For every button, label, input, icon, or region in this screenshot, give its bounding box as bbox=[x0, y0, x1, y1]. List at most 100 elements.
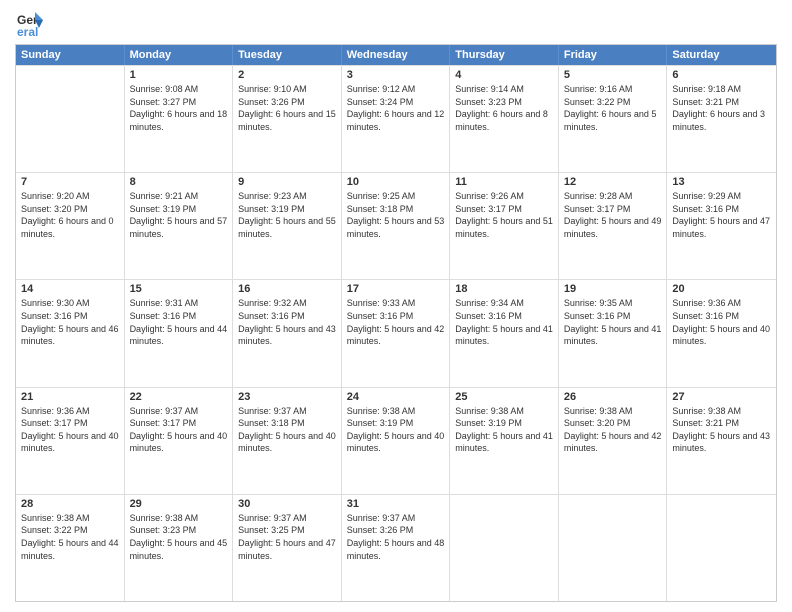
calendar-cell: 31 Sunrise: 9:37 AM Sunset: 3:26 PM Dayl… bbox=[342, 495, 451, 601]
calendar-cell: 3 Sunrise: 9:12 AM Sunset: 3:24 PM Dayli… bbox=[342, 66, 451, 172]
calendar-cell: 28 Sunrise: 9:38 AM Sunset: 3:22 PM Dayl… bbox=[16, 495, 125, 601]
day-number: 7 bbox=[21, 176, 119, 188]
day-info: Sunrise: 9:26 AM Sunset: 3:17 PM Dayligh… bbox=[455, 190, 553, 240]
day-info: Sunrise: 9:37 AM Sunset: 3:18 PM Dayligh… bbox=[238, 405, 336, 455]
header: Gen eral bbox=[15, 10, 777, 38]
day-number: 11 bbox=[455, 176, 553, 188]
day-number: 15 bbox=[130, 283, 228, 295]
day-number: 1 bbox=[130, 69, 228, 81]
calendar-body: 1 Sunrise: 9:08 AM Sunset: 3:27 PM Dayli… bbox=[16, 65, 776, 601]
weekday-header: Sunday bbox=[16, 45, 125, 65]
day-number: 16 bbox=[238, 283, 336, 295]
day-info: Sunrise: 9:31 AM Sunset: 3:16 PM Dayligh… bbox=[130, 297, 228, 347]
calendar-cell: 16 Sunrise: 9:32 AM Sunset: 3:16 PM Dayl… bbox=[233, 280, 342, 386]
calendar-cell bbox=[559, 495, 668, 601]
calendar-cell: 14 Sunrise: 9:30 AM Sunset: 3:16 PM Dayl… bbox=[16, 280, 125, 386]
day-number: 17 bbox=[347, 283, 445, 295]
calendar-cell: 18 Sunrise: 9:34 AM Sunset: 3:16 PM Dayl… bbox=[450, 280, 559, 386]
day-info: Sunrise: 9:23 AM Sunset: 3:19 PM Dayligh… bbox=[238, 190, 336, 240]
day-number: 10 bbox=[347, 176, 445, 188]
calendar-cell: 5 Sunrise: 9:16 AM Sunset: 3:22 PM Dayli… bbox=[559, 66, 668, 172]
day-number: 26 bbox=[564, 391, 662, 403]
calendar-cell: 17 Sunrise: 9:33 AM Sunset: 3:16 PM Dayl… bbox=[342, 280, 451, 386]
calendar-cell bbox=[667, 495, 776, 601]
day-number: 12 bbox=[564, 176, 662, 188]
calendar-cell: 20 Sunrise: 9:36 AM Sunset: 3:16 PM Dayl… bbox=[667, 280, 776, 386]
day-info: Sunrise: 9:34 AM Sunset: 3:16 PM Dayligh… bbox=[455, 297, 553, 347]
day-info: Sunrise: 9:32 AM Sunset: 3:16 PM Dayligh… bbox=[238, 297, 336, 347]
svg-text:eral: eral bbox=[17, 25, 38, 38]
day-info: Sunrise: 9:36 AM Sunset: 3:16 PM Dayligh… bbox=[672, 297, 771, 347]
day-info: Sunrise: 9:38 AM Sunset: 3:22 PM Dayligh… bbox=[21, 512, 119, 562]
day-info: Sunrise: 9:20 AM Sunset: 3:20 PM Dayligh… bbox=[21, 190, 119, 240]
calendar-cell: 1 Sunrise: 9:08 AM Sunset: 3:27 PM Dayli… bbox=[125, 66, 234, 172]
calendar-header: SundayMondayTuesdayWednesdayThursdayFrid… bbox=[16, 45, 776, 65]
day-info: Sunrise: 9:37 AM Sunset: 3:25 PM Dayligh… bbox=[238, 512, 336, 562]
day-info: Sunrise: 9:16 AM Sunset: 3:22 PM Dayligh… bbox=[564, 83, 662, 133]
calendar-cell: 2 Sunrise: 9:10 AM Sunset: 3:26 PM Dayli… bbox=[233, 66, 342, 172]
day-info: Sunrise: 9:18 AM Sunset: 3:21 PM Dayligh… bbox=[672, 83, 771, 133]
day-number: 30 bbox=[238, 498, 336, 510]
day-info: Sunrise: 9:35 AM Sunset: 3:16 PM Dayligh… bbox=[564, 297, 662, 347]
day-number: 19 bbox=[564, 283, 662, 295]
day-info: Sunrise: 9:21 AM Sunset: 3:19 PM Dayligh… bbox=[130, 190, 228, 240]
calendar-cell: 12 Sunrise: 9:28 AM Sunset: 3:17 PM Dayl… bbox=[559, 173, 668, 279]
calendar-cell: 13 Sunrise: 9:29 AM Sunset: 3:16 PM Dayl… bbox=[667, 173, 776, 279]
day-info: Sunrise: 9:36 AM Sunset: 3:17 PM Dayligh… bbox=[21, 405, 119, 455]
day-number: 24 bbox=[347, 391, 445, 403]
calendar-cell: 30 Sunrise: 9:37 AM Sunset: 3:25 PM Dayl… bbox=[233, 495, 342, 601]
logo-icon: Gen eral bbox=[15, 10, 43, 38]
day-info: Sunrise: 9:33 AM Sunset: 3:16 PM Dayligh… bbox=[347, 297, 445, 347]
calendar-cell: 15 Sunrise: 9:31 AM Sunset: 3:16 PM Dayl… bbox=[125, 280, 234, 386]
day-number: 2 bbox=[238, 69, 336, 81]
day-number: 14 bbox=[21, 283, 119, 295]
day-number: 6 bbox=[672, 69, 771, 81]
day-number: 9 bbox=[238, 176, 336, 188]
calendar-cell: 21 Sunrise: 9:36 AM Sunset: 3:17 PM Dayl… bbox=[16, 388, 125, 494]
weekday-header: Wednesday bbox=[342, 45, 451, 65]
day-number: 3 bbox=[347, 69, 445, 81]
calendar-cell: 9 Sunrise: 9:23 AM Sunset: 3:19 PM Dayli… bbox=[233, 173, 342, 279]
calendar-cell: 26 Sunrise: 9:38 AM Sunset: 3:20 PM Dayl… bbox=[559, 388, 668, 494]
calendar-cell bbox=[450, 495, 559, 601]
day-number: 18 bbox=[455, 283, 553, 295]
day-number: 23 bbox=[238, 391, 336, 403]
weekday-header: Monday bbox=[125, 45, 234, 65]
calendar-cell: 25 Sunrise: 9:38 AM Sunset: 3:19 PM Dayl… bbox=[450, 388, 559, 494]
day-info: Sunrise: 9:29 AM Sunset: 3:16 PM Dayligh… bbox=[672, 190, 771, 240]
day-info: Sunrise: 9:14 AM Sunset: 3:23 PM Dayligh… bbox=[455, 83, 553, 133]
day-info: Sunrise: 9:12 AM Sunset: 3:24 PM Dayligh… bbox=[347, 83, 445, 133]
day-number: 28 bbox=[21, 498, 119, 510]
day-info: Sunrise: 9:25 AM Sunset: 3:18 PM Dayligh… bbox=[347, 190, 445, 240]
day-info: Sunrise: 9:37 AM Sunset: 3:26 PM Dayligh… bbox=[347, 512, 445, 562]
weekday-header: Tuesday bbox=[233, 45, 342, 65]
calendar-cell: 11 Sunrise: 9:26 AM Sunset: 3:17 PM Dayl… bbox=[450, 173, 559, 279]
calendar-row: 7 Sunrise: 9:20 AM Sunset: 3:20 PM Dayli… bbox=[16, 172, 776, 279]
calendar-row: 14 Sunrise: 9:30 AM Sunset: 3:16 PM Dayl… bbox=[16, 279, 776, 386]
calendar-cell: 29 Sunrise: 9:38 AM Sunset: 3:23 PM Dayl… bbox=[125, 495, 234, 601]
calendar-cell: 8 Sunrise: 9:21 AM Sunset: 3:19 PM Dayli… bbox=[125, 173, 234, 279]
day-info: Sunrise: 9:08 AM Sunset: 3:27 PM Dayligh… bbox=[130, 83, 228, 133]
day-info: Sunrise: 9:38 AM Sunset: 3:19 PM Dayligh… bbox=[455, 405, 553, 455]
day-info: Sunrise: 9:38 AM Sunset: 3:21 PM Dayligh… bbox=[672, 405, 771, 455]
day-number: 20 bbox=[672, 283, 771, 295]
day-info: Sunrise: 9:37 AM Sunset: 3:17 PM Dayligh… bbox=[130, 405, 228, 455]
calendar-row: 1 Sunrise: 9:08 AM Sunset: 3:27 PM Dayli… bbox=[16, 65, 776, 172]
calendar-cell: 4 Sunrise: 9:14 AM Sunset: 3:23 PM Dayli… bbox=[450, 66, 559, 172]
calendar-cell: 6 Sunrise: 9:18 AM Sunset: 3:21 PM Dayli… bbox=[667, 66, 776, 172]
page: Gen eral SundayMondayTuesdayWednesdayThu… bbox=[0, 0, 792, 612]
calendar-cell bbox=[16, 66, 125, 172]
day-info: Sunrise: 9:38 AM Sunset: 3:20 PM Dayligh… bbox=[564, 405, 662, 455]
day-info: Sunrise: 9:10 AM Sunset: 3:26 PM Dayligh… bbox=[238, 83, 336, 133]
weekday-header: Friday bbox=[559, 45, 668, 65]
calendar-row: 21 Sunrise: 9:36 AM Sunset: 3:17 PM Dayl… bbox=[16, 387, 776, 494]
day-number: 22 bbox=[130, 391, 228, 403]
day-info: Sunrise: 9:38 AM Sunset: 3:23 PM Dayligh… bbox=[130, 512, 228, 562]
logo: Gen eral bbox=[15, 10, 47, 38]
day-info: Sunrise: 9:28 AM Sunset: 3:17 PM Dayligh… bbox=[564, 190, 662, 240]
day-number: 8 bbox=[130, 176, 228, 188]
day-number: 29 bbox=[130, 498, 228, 510]
calendar-cell: 27 Sunrise: 9:38 AM Sunset: 3:21 PM Dayl… bbox=[667, 388, 776, 494]
day-number: 21 bbox=[21, 391, 119, 403]
calendar-row: 28 Sunrise: 9:38 AM Sunset: 3:22 PM Dayl… bbox=[16, 494, 776, 601]
